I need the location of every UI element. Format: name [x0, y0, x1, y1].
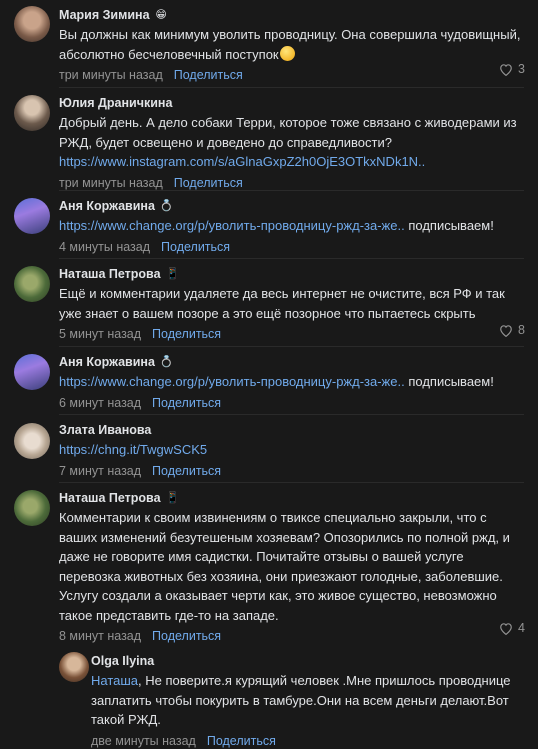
- ring-emoji-icon: 💍: [159, 199, 174, 212]
- comments-feed: Мария Зимина 😁 Вы должны как минимум уво…: [0, 0, 538, 749]
- like-count: 4: [518, 621, 525, 635]
- avatar[interactable]: [14, 6, 50, 42]
- share-button[interactable]: Поделиться: [174, 68, 243, 82]
- avatar[interactable]: [14, 198, 50, 234]
- timestamp[interactable]: 8 минут назад: [59, 629, 141, 643]
- comment-text: Добрый день. А дело собаки Терри, которо…: [59, 115, 517, 169]
- comment-meta: 7 минут назад Поделиться: [59, 463, 524, 479]
- avatar[interactable]: [14, 354, 50, 390]
- timestamp[interactable]: три минуты назад: [59, 176, 163, 190]
- comment-link[interactable]: https://chng.it/TwgwSCK5: [59, 442, 207, 457]
- author-name[interactable]: Злата Иванова: [59, 423, 151, 437]
- comment-text: https://www.change.org/p/уволить-проводн…: [59, 374, 494, 389]
- mobile-phone-icon: 📱: [165, 491, 180, 504]
- share-button[interactable]: Поделиться: [174, 176, 243, 190]
- comment-item: Наташа Петрова 📱 Комментарии к своим изв…: [0, 483, 538, 645]
- comment-meta: три минуты назад Поделиться: [59, 67, 524, 83]
- avatar[interactable]: [59, 652, 89, 682]
- mention-link[interactable]: Наташа: [91, 673, 138, 688]
- author-name[interactable]: Наташа Петрова: [59, 267, 161, 281]
- comment-item: Мария Зимина 😁 Вы должны как минимум уво…: [0, 0, 538, 88]
- mobile-phone-icon: 📱: [165, 267, 180, 280]
- comment-item: Аня Коржавина 💍 https://www.change.org/p…: [0, 347, 538, 415]
- weary-face-emoji-icon: [279, 45, 295, 61]
- like-button[interactable]: 4: [499, 621, 525, 635]
- comment-text: Ещё и комментарии удаляете да весь интер…: [59, 286, 505, 321]
- comment-item: Аня Коржавина 💍 https://www.change.org/p…: [0, 191, 538, 259]
- reply-item: Olga Ilyina Наташа, Не поверите.я курящи…: [0, 645, 538, 749]
- timestamp[interactable]: три минуты назад: [59, 68, 163, 82]
- avatar[interactable]: [14, 490, 50, 526]
- ring-emoji-icon: 💍: [159, 355, 174, 368]
- share-button[interactable]: Поделиться: [152, 629, 221, 643]
- timestamp[interactable]: 4 минуты назад: [59, 240, 150, 254]
- comment-item: Злата Иванова https://chng.it/TwgwSCK5 7…: [0, 415, 538, 483]
- share-button[interactable]: Поделиться: [207, 734, 276, 748]
- heart-icon: [500, 622, 512, 635]
- share-button[interactable]: Поделиться: [152, 396, 221, 410]
- timestamp[interactable]: 7 минут назад: [59, 464, 141, 478]
- heart-icon: [500, 63, 512, 76]
- author-name[interactable]: Аня Коржавина: [59, 199, 155, 213]
- comment-text: Наташа, Не поверите.я курящий человек .М…: [91, 673, 511, 727]
- comment-meta: 4 минуты назад Поделиться: [59, 239, 524, 255]
- heart-icon: [500, 324, 512, 337]
- timestamp[interactable]: 6 минут назад: [59, 396, 141, 410]
- share-button[interactable]: Поделиться: [152, 327, 221, 341]
- comment-item: Наташа Петрова 📱 Ещё и комментарии удаля…: [0, 259, 538, 347]
- like-count: 8: [518, 323, 525, 337]
- comment-item: Юлия Драничкина Добрый день. А дело соба…: [0, 88, 538, 191]
- comment-text: Вы должны как минимум уволить проводницу…: [59, 27, 521, 62]
- timestamp[interactable]: 5 минут назад: [59, 327, 141, 341]
- comment-text: https://www.change.org/p/уволить-проводн…: [59, 218, 494, 233]
- author-name[interactable]: Olga Ilyina: [91, 654, 154, 668]
- author-name[interactable]: Мария Зимина: [59, 8, 150, 22]
- author-name[interactable]: Аня Коржавина: [59, 355, 155, 369]
- like-button[interactable]: 3: [499, 62, 525, 76]
- comment-meta: 5 минут назад Поделиться: [59, 326, 524, 342]
- comment-meta: три минуты назад Поделиться: [59, 175, 524, 191]
- share-button[interactable]: Поделиться: [152, 464, 221, 478]
- author-name[interactable]: Наташа Петрова: [59, 491, 161, 505]
- avatar[interactable]: [14, 423, 50, 459]
- like-count: 3: [518, 62, 525, 76]
- comment-meta: две минуты назад Поделиться: [91, 733, 524, 749]
- comment-text: https://chng.it/TwgwSCK5: [59, 440, 524, 460]
- comment-meta: 6 минут назад Поделиться: [59, 395, 524, 411]
- comment-link[interactable]: https://www.instagram.com/s/aGlnaGxpZ2h0…: [59, 154, 425, 169]
- like-button[interactable]: 8: [499, 323, 525, 337]
- avatar[interactable]: [14, 266, 50, 302]
- avatar[interactable]: [14, 95, 50, 131]
- comment-link[interactable]: https://www.change.org/p/уволить-проводн…: [59, 218, 405, 233]
- comment-link[interactable]: https://www.change.org/p/уволить-проводн…: [59, 374, 405, 389]
- share-button[interactable]: Поделиться: [161, 240, 230, 254]
- comment-meta: 8 минут назад Поделиться: [59, 628, 524, 644]
- timestamp[interactable]: две минуты назад: [91, 734, 196, 748]
- status-emoji-icon: 😁: [155, 8, 167, 21]
- comment-text: Комментарии к своим извинениям о твиксе …: [59, 510, 510, 623]
- author-name[interactable]: Юлия Драничкина: [59, 96, 172, 110]
